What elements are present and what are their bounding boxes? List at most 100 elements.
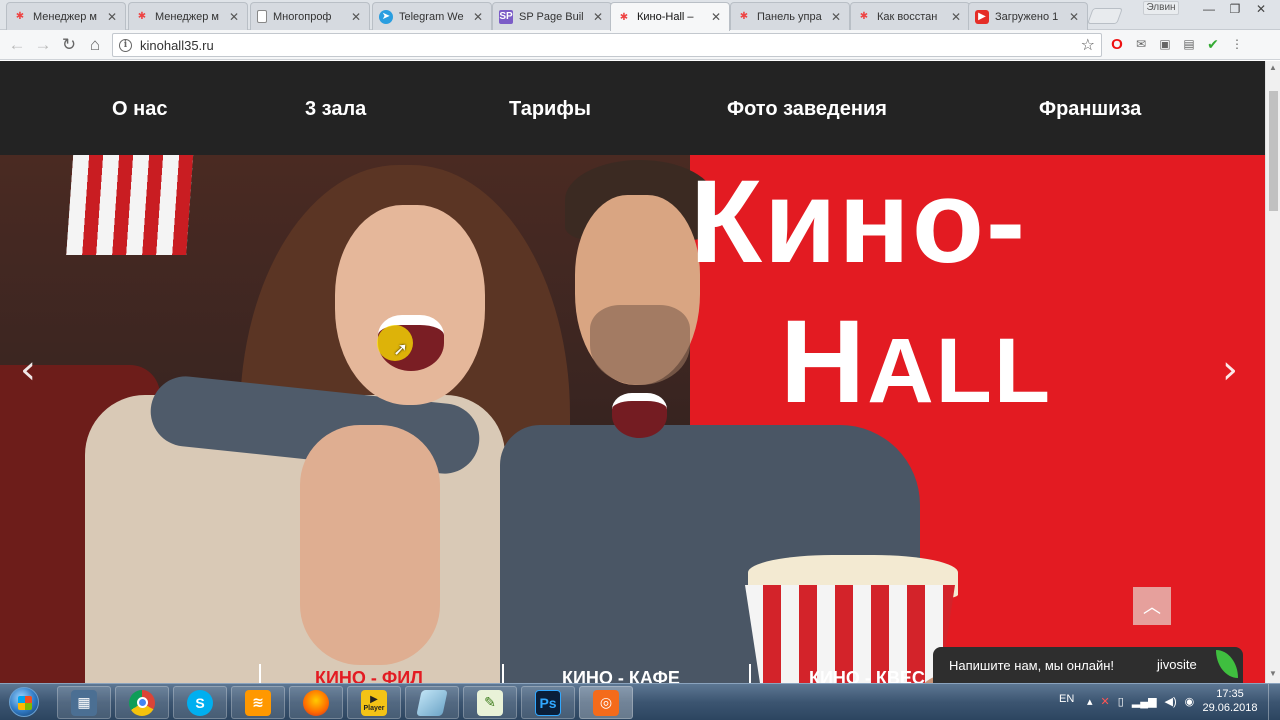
- screen-recorder-icon: ◎: [593, 689, 619, 716]
- tray-expand-icon[interactable]: ▴: [1087, 695, 1093, 708]
- file-manager-icon: ▦: [71, 689, 97, 716]
- device-icon[interactable]: ▯: [1118, 695, 1124, 708]
- scroll-thumb[interactable]: [1269, 91, 1278, 211]
- tab-divider: [749, 664, 751, 683]
- scroll-to-top-button[interactable]: ︿: [1133, 587, 1171, 625]
- back-arrow-icon[interactable]: ←: [4, 32, 30, 58]
- taskbar-app-photoshop[interactable]: Ps: [521, 686, 575, 719]
- bookmark-star-icon[interactable]: ☆: [1081, 35, 1095, 55]
- start-button[interactable]: [3, 685, 45, 719]
- taskbar-app-chrome[interactable]: [115, 686, 169, 719]
- joomla-icon: ✱: [859, 11, 869, 22]
- taskbar-app-notepad[interactable]: ✎: [463, 686, 517, 719]
- taskbar-clock[interactable]: 17:35 29.06.2018: [1198, 687, 1262, 715]
- show-desktop-button[interactable]: [1268, 684, 1280, 720]
- translate-icon[interactable]: ▤: [1180, 35, 1198, 53]
- taskbar-app-player[interactable]: ▶ Player: [347, 686, 401, 719]
- extension-icon[interactable]: ▣: [1156, 35, 1174, 53]
- sublime-text-icon: ≋: [245, 689, 271, 716]
- windows-taskbar: ▦ S ≋ ▶ Player ✎ Ps ◎ EN ▴ ✕ ▯ ▂▄▆ ◀) ◉ 1: [0, 683, 1280, 720]
- forward-arrow-icon[interactable]: →: [30, 32, 56, 58]
- download-extension-icon[interactable]: ✔: [1204, 35, 1222, 53]
- reload-icon[interactable]: ↻: [56, 32, 82, 58]
- opera-icon[interactable]: O: [1108, 35, 1126, 53]
- taskbar-app-skype[interactable]: S: [173, 686, 227, 719]
- tab-label: Кино-Hall –: [637, 11, 694, 23]
- chrome-icon: [129, 689, 155, 716]
- chevron-up-icon: ︿: [1143, 597, 1161, 617]
- nav-link-photos[interactable]: Фото заведения: [727, 98, 887, 121]
- sp-icon: SP: [499, 9, 513, 24]
- tab-how-to-restore[interactable]: ✱ Как восстан ✕: [850, 2, 970, 30]
- close-icon[interactable]: ✕: [349, 10, 363, 24]
- taskbar-app-recorder[interactable]: ◎: [579, 686, 633, 719]
- close-window-icon[interactable]: ✕: [1248, 0, 1274, 18]
- tab-kinohall[interactable]: ✱ Кино-Hall – ✕: [610, 2, 730, 31]
- mouse-cursor-icon: ➚: [393, 339, 409, 359]
- close-icon[interactable]: ✕: [949, 10, 963, 24]
- bottom-tab-kino-cafe[interactable]: КИНО - КАФЕ: [562, 668, 680, 683]
- windows-logo-icon: [9, 687, 39, 717]
- taskbar-app-explorer[interactable]: ▦: [57, 686, 111, 719]
- signal-icon[interactable]: ▂▄▆: [1132, 695, 1157, 708]
- profile-name[interactable]: Элвин: [1143, 1, 1179, 15]
- tab-label: Панель упра: [757, 10, 822, 23]
- scroll-down-icon[interactable]: ▼: [1269, 669, 1277, 678]
- taskbar-app-notes[interactable]: [405, 686, 459, 719]
- volume-icon[interactable]: ◀): [1165, 695, 1177, 708]
- tab-joomla-manager-2[interactable]: ✱ Менеджер м ✕: [128, 2, 248, 30]
- new-tab-button[interactable]: [1087, 8, 1123, 24]
- close-icon[interactable]: ✕: [829, 10, 843, 24]
- tab-label: Менеджер м: [155, 10, 219, 23]
- language-indicator[interactable]: EN: [1059, 693, 1074, 705]
- firefox-icon: [303, 689, 329, 716]
- nav-link-tariffs[interactable]: Тарифы: [509, 98, 591, 121]
- scroll-up-icon[interactable]: ▲: [1269, 63, 1277, 72]
- jivosite-leaf-icon: [1216, 650, 1238, 678]
- info-icon[interactable]: i: [119, 38, 132, 52]
- close-icon[interactable]: ✕: [471, 10, 485, 24]
- hero-title-rest: ALL: [867, 320, 1053, 422]
- address-bar[interactable]: i kinohall35.ru ☆: [112, 33, 1102, 57]
- slider-prev-icon[interactable]: ‹: [20, 350, 36, 390]
- nav-link-franchise[interactable]: Франшиза: [1039, 98, 1141, 121]
- minimize-icon[interactable]: —: [1196, 0, 1222, 18]
- tab-control-panel[interactable]: ✱ Панель упра ✕: [730, 2, 850, 30]
- tray-app-icon[interactable]: ◉: [1185, 695, 1195, 708]
- window-controls: — ❐ ✕: [1196, 0, 1274, 18]
- clock-date: 29.06.2018: [1202, 702, 1258, 714]
- taskbar-app-firefox[interactable]: [289, 686, 343, 719]
- extension-icons: O ✉ ▣ ▤ ✔ ⋮: [1108, 35, 1246, 53]
- close-icon[interactable]: ✕: [227, 10, 241, 24]
- chat-widget[interactable]: Напишите нам, мы онлайн! jivosite: [933, 647, 1243, 683]
- bottom-tab-kino-quest[interactable]: КИНО - КВЕС: [809, 668, 925, 683]
- joomla-icon: ✱: [739, 11, 749, 22]
- taskbar-app-sublime[interactable]: ≋: [231, 686, 285, 719]
- home-icon[interactable]: ⌂: [82, 32, 108, 58]
- tab-multiprofile[interactable]: Многопроф ✕: [250, 2, 370, 30]
- tab-telegram[interactable]: ➤ Telegram We ✕: [372, 2, 492, 30]
- hero-slider: Кино- HALL ‹ › ➚ ︿ КИНО - ФИЛ КИНО - КАФ…: [0, 155, 1265, 683]
- page-icon: [257, 10, 267, 23]
- url-text[interactable]: kinohall35.ru: [140, 38, 214, 53]
- close-icon[interactable]: ✕: [1067, 10, 1081, 24]
- restore-icon[interactable]: ❐: [1222, 0, 1248, 18]
- player-icon: ▶ Player: [361, 689, 387, 716]
- page-scrollbar[interactable]: ▲ ▼: [1265, 61, 1280, 683]
- bottom-tab-kino-film[interactable]: КИНО - ФИЛ: [315, 668, 423, 683]
- nav-link-3-halls[interactable]: 3 зала: [305, 98, 366, 121]
- chat-prompt[interactable]: Напишите нам, мы онлайн!: [949, 658, 1114, 673]
- tab-youtube-uploaded[interactable]: ▶ Загружено 1 ✕: [968, 2, 1088, 30]
- slider-next-icon[interactable]: ›: [1222, 350, 1238, 390]
- close-icon[interactable]: ✕: [591, 10, 605, 24]
- tab-joomla-manager-1[interactable]: ✱ Менеджер м ✕: [6, 2, 126, 30]
- close-icon[interactable]: ✕: [709, 10, 723, 24]
- close-icon[interactable]: ✕: [105, 10, 119, 24]
- menu-icon[interactable]: ⋮: [1228, 35, 1246, 53]
- mail-icon[interactable]: ✉: [1132, 35, 1150, 53]
- tab-label: SP Page Buil: [519, 10, 584, 23]
- network-warning-icon[interactable]: ✕: [1101, 695, 1110, 708]
- nav-link-about[interactable]: О нас: [112, 98, 167, 121]
- skype-icon: S: [187, 689, 213, 716]
- tab-sp-page-builder[interactable]: SP SP Page Buil ✕: [492, 2, 612, 30]
